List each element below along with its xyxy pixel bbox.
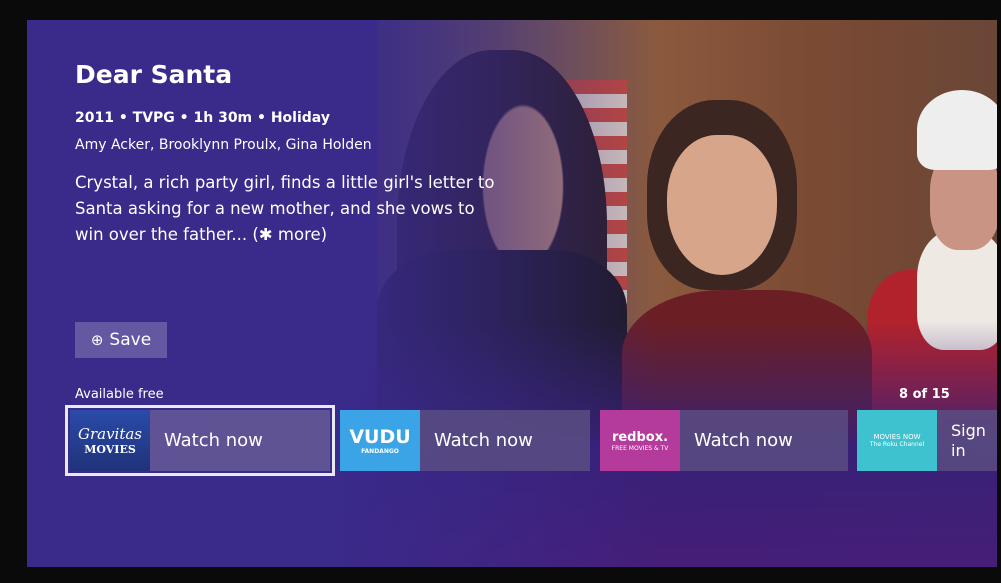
logo-subtext: FANDANGO <box>361 448 399 455</box>
logo-text: Gravitas <box>77 425 143 443</box>
provider-counter: 8 of 15 <box>899 387 950 402</box>
movie-description[interactable]: Crystal, a rich party girl, finds a litt… <box>75 170 505 248</box>
logo-subtext: The Roku Channel <box>869 441 925 448</box>
watch-now-label: Watch now <box>694 430 793 451</box>
provider-tile-redbox[interactable]: redbox. FREE MOVIES & TV Watch now <box>600 410 848 471</box>
logo-subtext: FREE MOVIES & TV <box>611 444 669 452</box>
plus-circle-icon: ⊕ <box>90 331 104 349</box>
save-button[interactable]: ⊕ Save <box>75 322 167 358</box>
vudu-logo: VUDU FANDANGO <box>340 410 420 471</box>
provider-tile-gravitas[interactable]: Gravitas MOVIES Watch now <box>65 405 335 476</box>
provider-tile-vudu[interactable]: VUDU FANDANGO Watch now <box>340 410 590 471</box>
gravitas-movies-logo: Gravitas MOVIES <box>70 410 150 471</box>
logo-text: VUDU <box>349 426 411 448</box>
movie-meta: 2011 • TVPG • 1h 30m • Holiday <box>75 110 330 126</box>
logo-subtext: MOVIES <box>84 443 136 456</box>
available-free-heading: Available free <box>75 387 164 402</box>
provider-tile-hallmark[interactable]: MOVIES NOW The Roku Channel Sign in subs… <box>857 410 997 471</box>
sign-in-label: Sign in subsc <box>951 420 986 460</box>
save-button-label: Save <box>109 330 152 350</box>
logo-text: MOVIES NOW <box>873 433 921 441</box>
movie-cast: Amy Acker, Brooklynn Proulx, Gina Holden <box>75 137 372 153</box>
redbox-logo: redbox. FREE MOVIES & TV <box>600 410 680 471</box>
movie-title: Dear Santa <box>75 60 233 89</box>
tv-frame: Dear Santa 2011 • TVPG • 1h 30m • Holida… <box>0 0 1001 583</box>
logo-text: redbox. <box>611 429 669 445</box>
watch-now-label: Watch now <box>434 430 533 451</box>
hallmark-movies-now-logo: MOVIES NOW The Roku Channel <box>857 410 937 471</box>
hero-gradient-overlay <box>27 20 997 567</box>
roku-details-screen: Dear Santa 2011 • TVPG • 1h 30m • Holida… <box>27 20 997 567</box>
watch-now-label: Watch now <box>164 430 263 451</box>
